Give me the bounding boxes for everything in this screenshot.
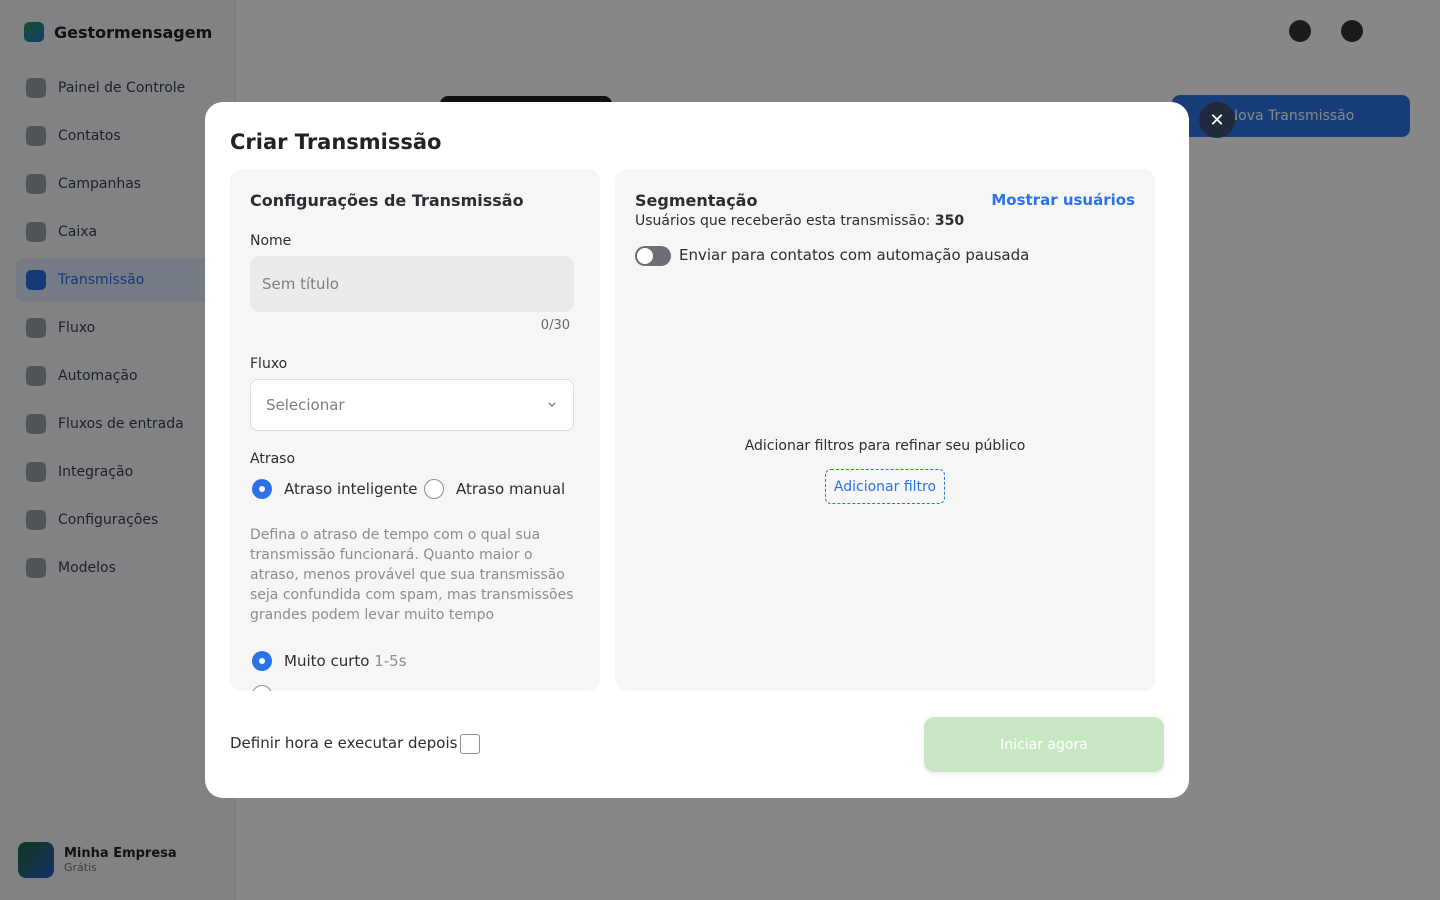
- show-users-link[interactable]: Mostrar usuários: [991, 191, 1135, 209]
- users-count: 350: [934, 213, 965, 229]
- create-broadcast-modal: Criar Transmissão ✕ Configurações de Tra…: [205, 102, 1235, 798]
- radio-button: [252, 479, 272, 499]
- radio-manual-delay[interactable]: Atraso manual: [424, 479, 565, 499]
- users-count-line: Usuários que receberão esta transmissão:…: [635, 213, 964, 229]
- flow-select-value: Selecionar: [266, 396, 345, 414]
- radio-button: [252, 685, 272, 691]
- schedule-label: Definir hora e executar depois: [230, 734, 458, 752]
- users-text: Usuários que receberão esta transmissão:: [635, 213, 931, 229]
- filters-empty-text: Adicionar filtros para refinar seu públi…: [744, 438, 1026, 454]
- delay-label: Atraso: [250, 451, 296, 467]
- radio-label: Atraso manual: [456, 480, 566, 498]
- radio-range: 1-5s: [374, 652, 407, 670]
- flow-label: Fluxo: [250, 356, 288, 372]
- paused-automation-label: Enviar para contatos com automação pausa…: [679, 246, 1030, 264]
- delay-description: Defina o atraso de tempo com o qual sua …: [250, 527, 574, 623]
- paused-automation-toggle[interactable]: [635, 246, 671, 266]
- segmentation-panel: Segmentação Mostrar usuários Usuários qu…: [615, 169, 1155, 691]
- flow-select[interactable]: Selecionar: [250, 379, 574, 431]
- name-label: Nome: [250, 233, 292, 249]
- start-now-button[interactable]: Iniciar agora: [924, 717, 1164, 772]
- radio-smart-delay[interactable]: Atraso inteligente: [252, 479, 417, 499]
- modal-title: Criar Transmissão: [230, 130, 442, 154]
- radio-speed-next[interactable]: [252, 685, 272, 691]
- schedule-checkbox[interactable]: [460, 734, 480, 754]
- settings-title: Configurações de Transmissão: [250, 191, 524, 210]
- radio-label: Atraso inteligente: [284, 480, 418, 498]
- name-counter: 0/30: [540, 318, 570, 333]
- radio-button: [252, 651, 272, 671]
- radio-button: [424, 479, 444, 499]
- radio-speed-very-short[interactable]: Muito curto 1-5s: [252, 651, 407, 671]
- add-filter-button[interactable]: Adicionar filtro: [825, 469, 945, 504]
- close-icon: ✕: [1209, 109, 1225, 131]
- name-input[interactable]: [250, 256, 574, 312]
- chevron-down-icon: [548, 402, 556, 407]
- close-button[interactable]: ✕: [1199, 102, 1235, 138]
- segmentation-title: Segmentação: [635, 191, 758, 210]
- radio-label: Muito curto: [284, 652, 370, 670]
- broadcast-settings-panel: Configurações de Transmissão Nome 0/30 F…: [230, 169, 600, 691]
